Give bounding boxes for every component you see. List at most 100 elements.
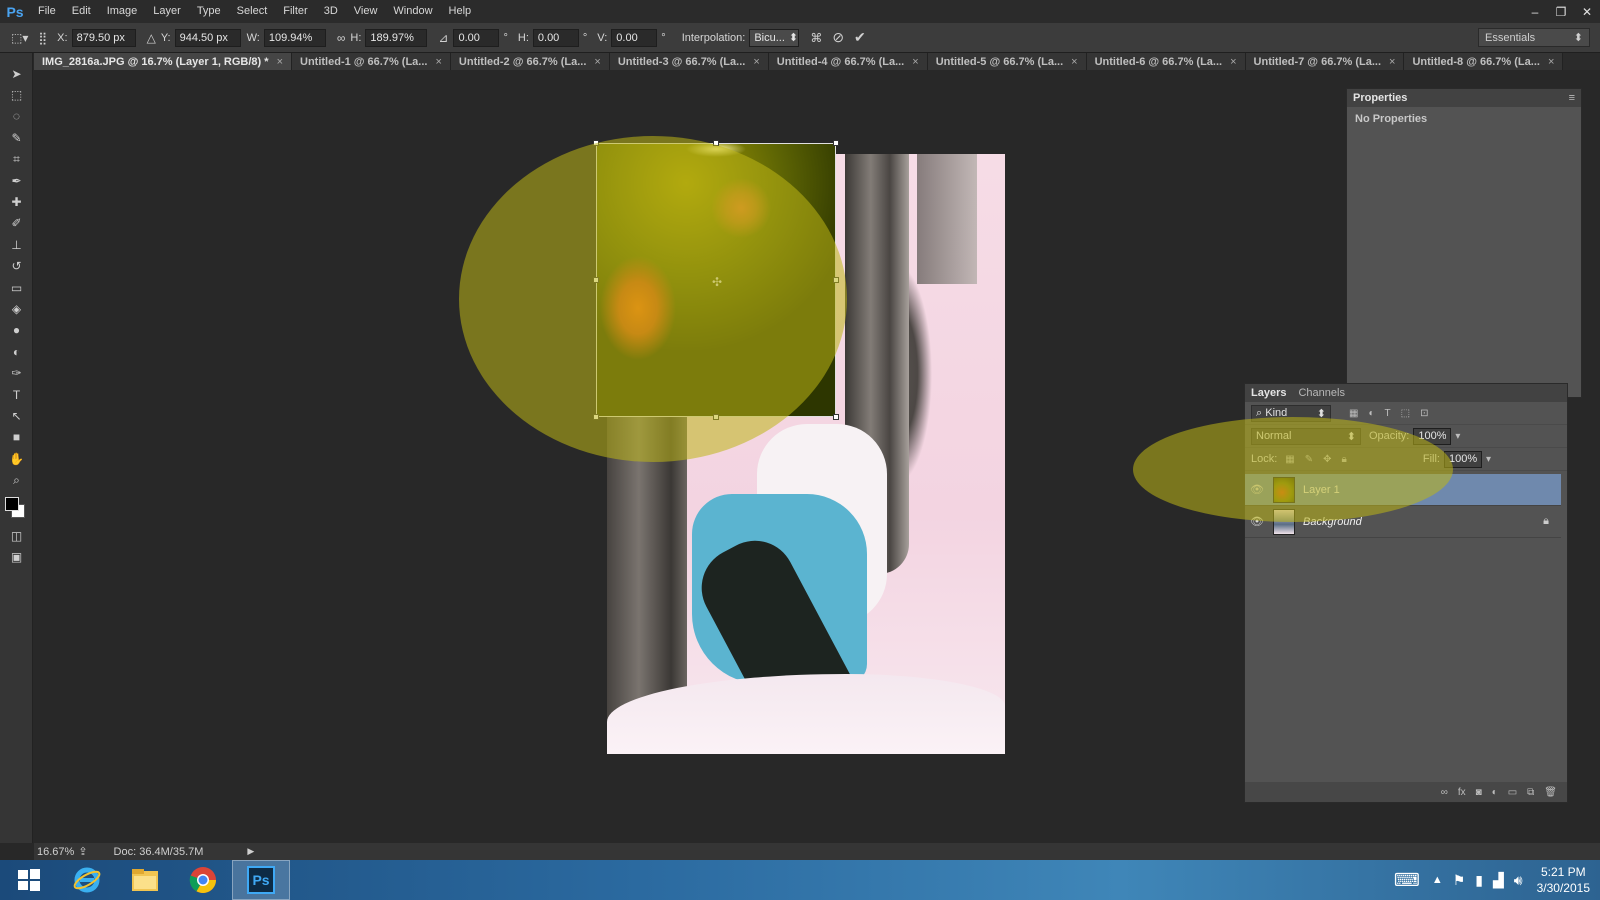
layer-row[interactable]: 👁︎ Layer 1: [1245, 474, 1561, 506]
history-brush-icon[interactable]: ↺: [0, 256, 33, 277]
fill-dropdown-icon[interactable]: ▾: [1486, 454, 1491, 465]
blur-tool-icon[interactable]: ●: [0, 320, 33, 341]
commit-transform-icon[interactable]: ✔: [854, 29, 866, 46]
close-icon[interactable]: ×: [435, 56, 441, 68]
document-tab-6[interactable]: Untitled-6 @ 66.7% (La... ×: [1086, 53, 1246, 70]
transform-handle-bottom-left[interactable]: [593, 414, 599, 420]
close-icon[interactable]: ×: [1071, 56, 1077, 68]
reference-point-icon[interactable]: ✣: [712, 275, 722, 289]
photoshop-app[interactable]: Ps: [232, 860, 290, 900]
layer-row[interactable]: 👁︎ Background 🔒︎: [1245, 506, 1561, 538]
transform-handle-top-left[interactable]: [593, 140, 599, 146]
type-tool-icon[interactable]: T: [0, 384, 33, 405]
brush-tool-icon[interactable]: ✐: [0, 213, 33, 234]
fill-input[interactable]: [1443, 450, 1482, 468]
menu-type[interactable]: Type: [189, 0, 229, 23]
filter-kind-select[interactable]: ⌕ Kind ⬍: [1251, 404, 1331, 422]
eraser-icon[interactable]: ▭: [0, 277, 33, 298]
document-tab-0[interactable]: IMG_2816a.JPG @ 16.7% (Layer 1, RGB/8) *…: [34, 53, 292, 70]
lock-all-icon[interactable]: 🔒︎: [1342, 454, 1347, 465]
filter-shape-icon[interactable]: ⬚: [1401, 408, 1410, 419]
blend-mode-select[interactable]: Normal ⬍: [1251, 427, 1361, 445]
panel-menu-icon[interactable]: ≡: [1569, 92, 1575, 104]
flag-icon[interactable]: ⚑: [1453, 872, 1466, 889]
transform-tool-icon[interactable]: ⬚▾: [11, 31, 28, 45]
lock-transparent-icon[interactable]: ▦: [1285, 454, 1294, 465]
paint-bucket-icon[interactable]: ◈: [0, 298, 33, 319]
document-tab-8[interactable]: Untitled-8 @ 66.7% (La... ×: [1404, 53, 1564, 70]
internet-explorer-app[interactable]: [58, 860, 116, 900]
close-button[interactable]: ✕: [1574, 0, 1600, 23]
clone-stamp-icon[interactable]: ⊥: [0, 234, 33, 255]
cancel-transform-icon[interactable]: ⊘: [832, 29, 844, 46]
y-position-input[interactable]: [174, 28, 241, 47]
opacity-input[interactable]: [1413, 427, 1452, 445]
document-tab-4[interactable]: Untitled-4 @ 66.7% (La... ×: [768, 53, 928, 70]
filter-smart-object-icon[interactable]: ⊡: [1420, 408, 1428, 419]
h-skew-input[interactable]: [532, 28, 579, 47]
lasso-tool-icon[interactable]: ◌: [0, 106, 33, 127]
warp-mode-icon[interactable]: ⌘: [810, 31, 822, 45]
document-tab-1[interactable]: Untitled-1 @ 66.7% (La... ×: [292, 53, 451, 70]
move-tool-icon[interactable]: ➤: [0, 63, 33, 84]
lock-position-icon[interactable]: ✥: [1323, 454, 1331, 465]
menu-window[interactable]: Window: [385, 0, 440, 23]
volume-icon[interactable]: 🔊︎: [1514, 872, 1523, 889]
foreground-color-swatch[interactable]: [5, 496, 19, 511]
quick-select-icon[interactable]: ✎: [0, 127, 33, 148]
filter-pixel-icon[interactable]: ▦: [1349, 408, 1358, 419]
transform-handle-top[interactable]: [713, 140, 719, 146]
hand-tool-icon[interactable]: ✋: [0, 448, 33, 469]
chrome-app[interactable]: [174, 860, 232, 900]
transform-handle-bottom[interactable]: [713, 414, 719, 420]
menu-select[interactable]: Select: [229, 0, 276, 23]
zoom-level[interactable]: 16.67%: [37, 846, 74, 858]
close-icon[interactable]: ×: [277, 56, 283, 68]
layer-name[interactable]: Layer 1: [1303, 484, 1340, 496]
interpolation-select[interactable]: Bicu... ⬍: [749, 28, 800, 47]
v-skew-input[interactable]: [611, 28, 658, 47]
dodge-tool-icon[interactable]: ◐: [0, 341, 33, 362]
menu-view[interactable]: View: [346, 0, 386, 23]
transform-handle-left[interactable]: [593, 277, 599, 283]
lock-image-icon[interactable]: ✎: [1305, 454, 1313, 465]
visibility-eye-icon[interactable]: 👁︎: [1245, 483, 1269, 496]
menu-file[interactable]: File: [30, 0, 64, 23]
document-tab-7[interactable]: Untitled-7 @ 66.7% (La... ×: [1245, 53, 1405, 70]
close-icon[interactable]: ×: [1230, 56, 1236, 68]
minimize-button[interactable]: –: [1522, 0, 1548, 23]
tab-layers[interactable]: Layers: [1245, 384, 1292, 402]
layer-mask-icon[interactable]: ◙: [1476, 787, 1482, 798]
delta-icon[interactable]: △: [147, 31, 156, 45]
file-explorer-app[interactable]: [116, 860, 174, 900]
document-tab-2[interactable]: Untitled-2 @ 66.7% (La... ×: [450, 53, 610, 70]
close-icon[interactable]: ×: [753, 56, 759, 68]
menu-layer[interactable]: Layer: [145, 0, 189, 23]
marquee-tool-icon[interactable]: ⬚: [0, 84, 33, 105]
keyboard-icon[interactable]: ⌨: [1394, 870, 1420, 891]
tab-channels[interactable]: Channels: [1292, 384, 1350, 402]
width-input[interactable]: [263, 28, 326, 47]
menu-3d[interactable]: 3D: [316, 0, 346, 23]
menu-image[interactable]: Image: [99, 0, 146, 23]
screen-mode-icon[interactable]: ▣: [0, 546, 33, 567]
document-tab-3[interactable]: Untitled-3 @ 66.7% (La... ×: [609, 53, 769, 70]
tab-properties[interactable]: Properties: [1347, 89, 1413, 107]
new-group-icon[interactable]: ▭: [1508, 787, 1517, 798]
battery-icon[interactable]: ▮: [1475, 872, 1483, 889]
close-icon[interactable]: ×: [912, 56, 918, 68]
healing-brush-icon[interactable]: ✚: [0, 191, 33, 212]
free-transform-box[interactable]: ✣: [593, 140, 839, 420]
path-select-icon[interactable]: ↖: [0, 405, 33, 426]
crop-tool-icon[interactable]: ⌗: [0, 149, 33, 170]
link-layers-icon[interactable]: ∞: [1441, 787, 1448, 798]
layer-style-icon[interactable]: fx: [1458, 787, 1466, 798]
transform-handle-top-right[interactable]: [833, 140, 839, 146]
quick-mask-icon[interactable]: ◫: [0, 525, 33, 546]
zoom-tool-icon[interactable]: ⌕: [0, 469, 33, 490]
shape-tool-icon[interactable]: ■: [0, 427, 33, 448]
layer-name[interactable]: Background: [1303, 516, 1362, 528]
link-icon[interactable]: ∞: [337, 31, 346, 45]
opacity-dropdown-icon[interactable]: ▾: [1455, 431, 1460, 442]
pen-tool-icon[interactable]: ✑: [0, 362, 33, 383]
